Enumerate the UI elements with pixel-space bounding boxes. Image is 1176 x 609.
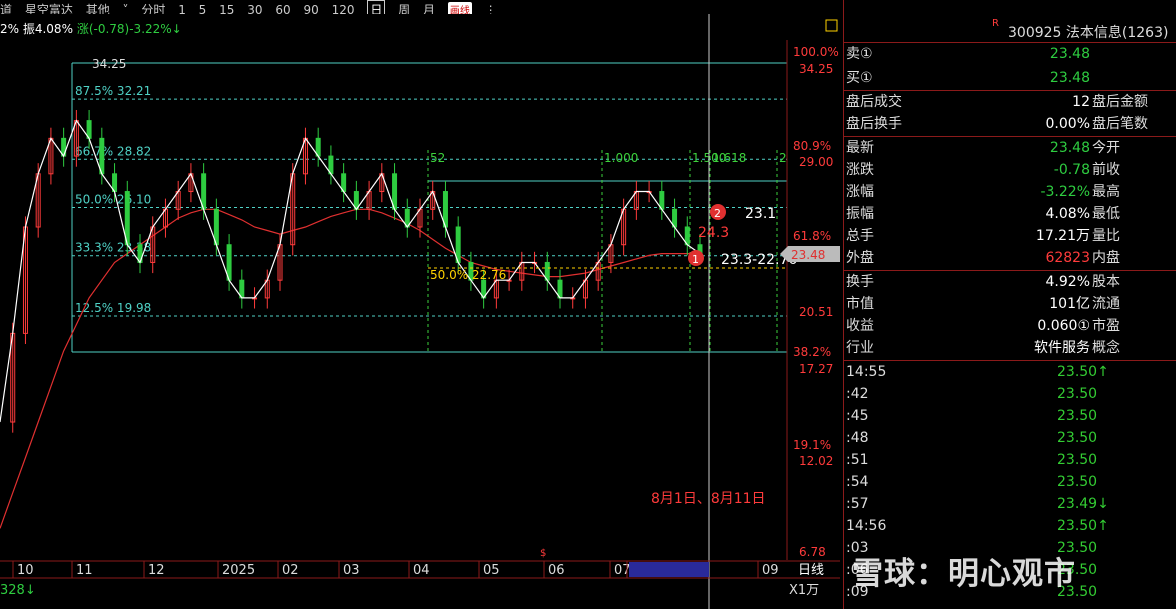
x-axis-label: 04 (413, 563, 430, 578)
target-text: 24.3 (698, 225, 729, 241)
maximize-icon[interactable] (825, 19, 838, 32)
after-turnover-row: 盘后换手 0.00% 盘后笔数 (846, 116, 1148, 132)
time-fib-label: 1.618 (712, 151, 746, 165)
tick-time: :54 (846, 474, 869, 490)
tick-row: :57 23.49↓ (843, 493, 1176, 515)
turnover-row: 换手 4.92% 股本 (846, 274, 1120, 290)
tick-row: 14:56 23.50↑ (843, 515, 1176, 537)
tick-row: :45 23.50 (843, 405, 1176, 427)
right-axis-pct: 38.2% (793, 345, 831, 359)
period-label[interactable]: 日线 (798, 563, 824, 578)
ma-line (0, 208, 700, 529)
right-axis-price: 29.00 (799, 155, 833, 169)
tick-time: :45 (846, 408, 869, 424)
change-pct-row: 涨幅 -3.22% 最高 (846, 184, 1120, 200)
right-axis-price: 6.78 (799, 545, 826, 559)
right-axis: 100.0% 34.25 80.9% 29.00 61.8% 20.51 38.2% 17.2… (793, 45, 839, 559)
x-axis-label: 07 (614, 563, 631, 578)
tick-price: 23.50 (1057, 408, 1098, 424)
x-axis-label: 05 (483, 563, 500, 578)
tick-row: :48 23.50 (843, 427, 1176, 449)
tick-time: :48 (846, 430, 869, 446)
tick-row: :42 23.50 (843, 383, 1176, 405)
tick-price: 23.50 (1057, 386, 1098, 402)
tick-row: :51 23.50 (843, 449, 1176, 471)
x-axis-label: 09 (762, 563, 779, 578)
right-axis-price: 20.51 (799, 305, 833, 319)
x-axis-label: 12 (148, 563, 165, 578)
right-axis-pct: 100.0% (793, 45, 839, 59)
sell-row: 卖① 23.48 (846, 46, 1090, 62)
industry-row[interactable]: 行业 软件服务 概念 (843, 337, 1176, 359)
fib-label: 50.0% 26.10 (75, 192, 151, 206)
after-volume-row: 盘后成交 12 盘后金额 (846, 94, 1148, 110)
kline-chart[interactable]: 87.5% 32.2166.7% 28.8250.0% 26.1033.3% 2… (0, 0, 840, 609)
change-row: 涨跌 -0.78 前收 (846, 162, 1120, 178)
buy-row: 买① 23.48 (846, 70, 1090, 86)
total-hand-row: 总手 17.21万 量比 (846, 228, 1120, 244)
date-note: 8月1日、8月11日 (651, 491, 766, 507)
tick-time: 14:55 (846, 364, 887, 380)
tick-price: 23.50↑ (1057, 364, 1109, 380)
fib-top-label: 34.25 (92, 57, 126, 71)
tick-price: 23.50 (1057, 452, 1098, 468)
latest-row: 最新 23.48 今开 (846, 140, 1120, 156)
time-fib-lines: 521.0001.5001.6182 (427, 150, 787, 352)
x-axis-label: 06 (548, 563, 565, 578)
x-axis-label: 11 (76, 563, 93, 578)
right-axis-price: 17.27 (799, 362, 833, 376)
tick-row: 14:55 23.50↑ (843, 361, 1176, 383)
tick-price: 23.50 (1057, 430, 1098, 446)
tick-time: :57 (846, 496, 869, 512)
x-axis-label: 2025 (222, 563, 255, 578)
fib-label: 66.7% 28.82 (75, 144, 151, 158)
mid-level-label: 50.0% 22.76 (430, 268, 506, 282)
time-fib-label: 52 (430, 151, 445, 165)
dollar-mark: $ (540, 548, 546, 559)
tick-time: :42 (846, 386, 869, 402)
r-mark: R (992, 18, 999, 29)
right-axis-price: 12.02 (799, 454, 833, 468)
x-axis-label: 03 (343, 563, 360, 578)
tick-price: 23.50↑ (1057, 518, 1109, 534)
price-line (0, 119, 701, 423)
price-tag-value: 23.48 (791, 248, 825, 262)
time-fib-label: 2 (779, 151, 787, 165)
candles (10, 109, 703, 433)
right-axis-price: 34.25 (799, 62, 833, 76)
tick-price: 23.50 (1057, 474, 1098, 490)
x-axis-label: 02 (282, 563, 299, 578)
right-axis-pct: 19.1% (793, 438, 831, 452)
fib-levels: 87.5% 32.2166.7% 28.8250.0% 26.1033.3% 2… (71, 57, 787, 353)
zoom-label[interactable]: X1万 (789, 583, 819, 598)
marker-2-label: 2 (714, 207, 721, 220)
volume-label: 328↓ (0, 583, 36, 598)
stock-code[interactable]: 300925 法本信息(1263) (1008, 22, 1168, 42)
earnings-row: 收益 0.060① 市盈 (846, 318, 1120, 334)
amplitude-row: 振幅 4.08% 最低 (846, 206, 1120, 222)
date-cursor-box (629, 562, 709, 577)
time-fib-label: 1.000 (604, 151, 638, 165)
marker-2-text: 23.1 (745, 206, 776, 222)
market-cap-row: 市值 101亿 流通 (846, 296, 1120, 312)
watermark: 雪球：明心观市 (852, 556, 1076, 592)
x-axis-label: 10 (17, 563, 34, 578)
right-axis-pct: 80.9% (793, 139, 831, 153)
marker-1-label: 1 (692, 253, 699, 266)
right-axis-pct: 61.8% (793, 229, 831, 243)
tick-time: :51 (846, 452, 869, 468)
quote-panel: R 300925 法本信息(1263) 卖① 23.48 买① 23.48 盘后… (843, 0, 1176, 609)
tick-price: 23.49↓ (1057, 496, 1109, 512)
tick-row: :54 23.50 (843, 471, 1176, 493)
outer-row: 外盘 62823 内盘 (846, 250, 1120, 266)
fib-label: 87.5% 32.21 (75, 84, 151, 98)
tick-time: 14:56 (846, 518, 887, 534)
